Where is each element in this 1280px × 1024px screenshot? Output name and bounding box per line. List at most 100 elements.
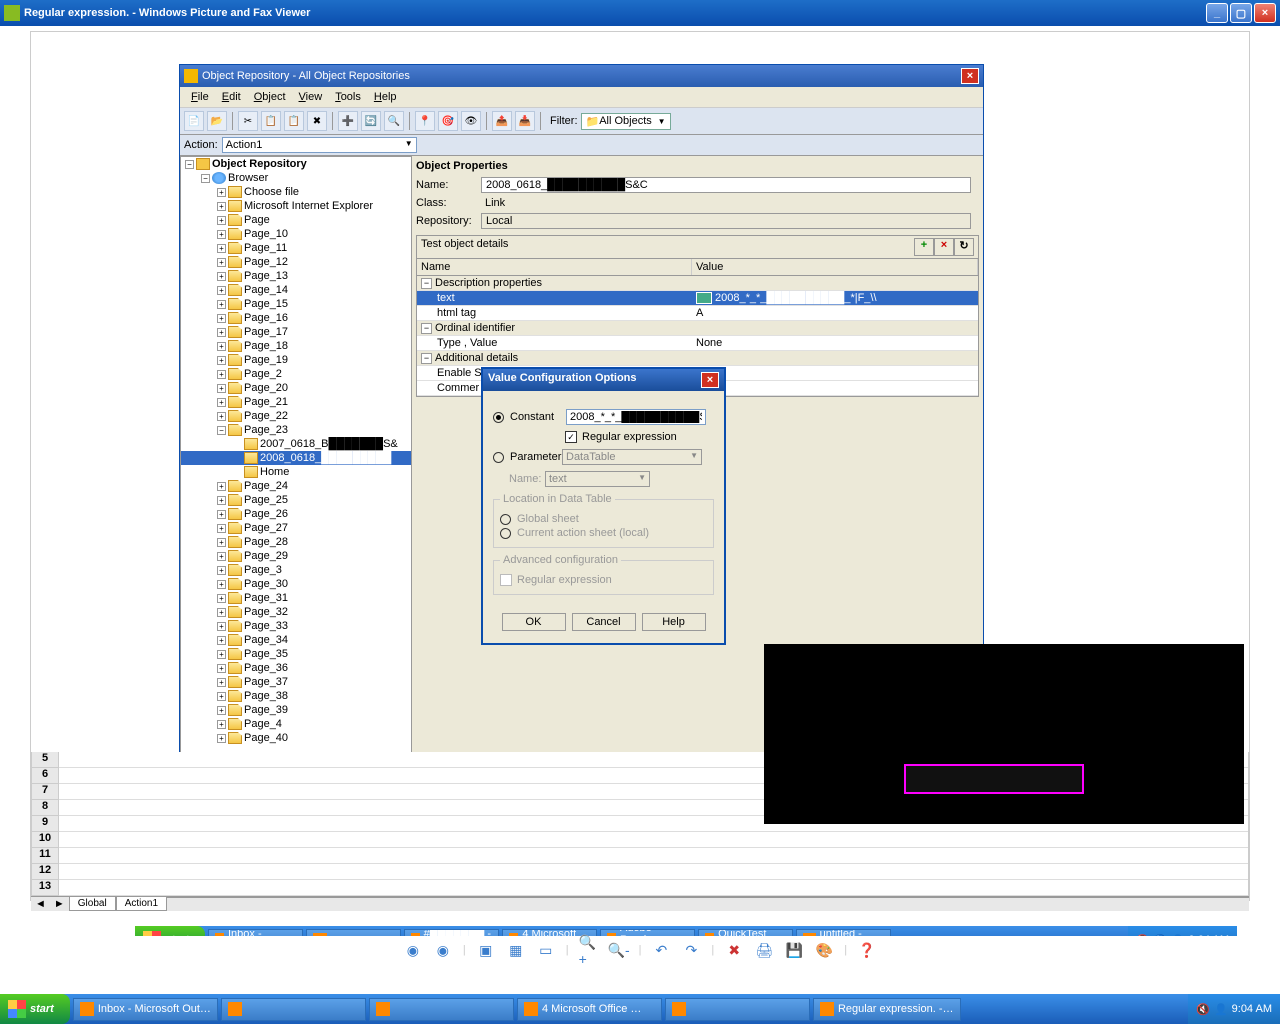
tb-add-icon[interactable]: ➕ — [338, 111, 358, 131]
constant-input[interactable] — [566, 409, 706, 425]
tree-item[interactable]: +Page_4 — [181, 717, 411, 731]
grid-row-type[interactable]: Type , ValueNone — [417, 336, 978, 351]
tree-item[interactable]: +Page_25 — [181, 493, 411, 507]
tree-item[interactable]: +Page_20 — [181, 381, 411, 395]
tb-spy-icon[interactable]: 👁 — [461, 111, 481, 131]
delete-button[interactable]: ✖ — [724, 940, 744, 960]
help-button[interactable]: Help — [642, 613, 706, 631]
print-button[interactable]: 🖨 — [754, 940, 774, 960]
menu-view[interactable]: View — [294, 89, 328, 105]
menu-object[interactable]: Object — [249, 89, 291, 105]
save-button[interactable]: 💾 — [784, 940, 804, 960]
tree-item[interactable]: +Page_30 — [181, 577, 411, 591]
fit-button[interactable]: ▣ — [476, 940, 496, 960]
tb-copy-icon[interactable]: 📋 — [261, 111, 281, 131]
zoom-out-button[interactable]: 🔍- — [609, 940, 629, 960]
tree-item[interactable]: +Page_27 — [181, 521, 411, 535]
tree-item[interactable]: +Page_38 — [181, 689, 411, 703]
menu-file[interactable]: File — [186, 89, 214, 105]
start-button[interactable]: start — [0, 994, 70, 1024]
tray-icon[interactable]: 🔇 — [1196, 1003, 1210, 1016]
row-header[interactable]: 6 — [31, 768, 59, 784]
tree-item[interactable]: −Page_23 — [181, 423, 411, 437]
row-header[interactable]: 9 — [31, 816, 59, 832]
tree-root[interactable]: −Object Repository — [181, 157, 411, 171]
taskbar-button[interactable]: Inbox - Microsoft Out… — [73, 998, 218, 1021]
taskbar-button[interactable] — [665, 998, 810, 1021]
grid-row-text[interactable]: text2008_*_*_██████████_*|F_\\ — [417, 291, 978, 306]
tree-item[interactable]: +Page_17 — [181, 325, 411, 339]
tree-item[interactable]: +Page_22 — [181, 409, 411, 423]
row-header[interactable]: 13 — [31, 880, 59, 896]
tb-highlight-icon[interactable]: 📍 — [415, 111, 435, 131]
name-field[interactable]: 2008_0618_██████████S&C — [481, 177, 971, 193]
tree-item[interactable]: +Page_11 — [181, 241, 411, 255]
row-header[interactable]: 5 — [31, 752, 59, 768]
actual-size-button[interactable]: ▦ — [506, 940, 526, 960]
tb-import-icon[interactable]: 📥 — [515, 111, 535, 131]
tree-item[interactable]: +Choose file — [181, 185, 411, 199]
tb-open-icon[interactable]: 📂 — [207, 111, 227, 131]
repo-close-button[interactable]: × — [961, 68, 979, 84]
tree-item[interactable]: +Page_10 — [181, 227, 411, 241]
grid-section-additional[interactable]: −Additional details — [417, 351, 978, 366]
tree-item[interactable]: +Page_28 — [181, 535, 411, 549]
tree-item[interactable]: +Page_12 — [181, 255, 411, 269]
filter-dropdown[interactable]: 📁 All Objects ▼ — [581, 113, 671, 130]
tree-item[interactable]: +Page_19 — [181, 353, 411, 367]
edit-button[interactable]: 🎨 — [814, 940, 834, 960]
rotate-ccw-button[interactable]: ↶ — [651, 940, 671, 960]
tree-item[interactable]: Home — [181, 465, 411, 479]
tree-item[interactable]: +Page_32 — [181, 605, 411, 619]
taskbar-button[interactable] — [221, 998, 366, 1021]
regex-checkbox[interactable]: ✓ — [565, 431, 577, 443]
zoom-in-button[interactable]: 🔍+ — [579, 940, 599, 960]
slideshow-button[interactable]: ▭ — [536, 940, 556, 960]
grid-row-htmltag[interactable]: html tagA — [417, 306, 978, 321]
tb-export-icon[interactable]: 📤 — [492, 111, 512, 131]
tree-item[interactable]: +Page_33 — [181, 619, 411, 633]
cancel-button[interactable]: Cancel — [572, 613, 636, 631]
taskbar-button[interactable]: 4 Microsoft Office … — [517, 998, 662, 1021]
tree-item[interactable]: +Page_15 — [181, 297, 411, 311]
prev-image-button[interactable]: ◉ — [403, 940, 423, 960]
rotate-cw-button[interactable]: ↷ — [681, 940, 701, 960]
tree-item[interactable]: +Page_40 — [181, 731, 411, 745]
menu-help[interactable]: Help — [369, 89, 402, 105]
tray-icon[interactable]: 👤 — [1214, 1003, 1228, 1016]
ok-button[interactable]: OK — [502, 613, 566, 631]
tb-paste-icon[interactable]: 📋 — [284, 111, 304, 131]
action-dropdown[interactable]: Action1 ▼ — [222, 137, 417, 153]
next-image-button[interactable]: ◉ — [433, 940, 453, 960]
tree-item[interactable]: +Page_2 — [181, 367, 411, 381]
maximize-button[interactable]: ▢ — [1230, 3, 1252, 23]
tree-item[interactable]: +Page_29 — [181, 549, 411, 563]
tb-cut-icon[interactable]: ✂ — [238, 111, 258, 131]
tree-item[interactable]: +Page_18 — [181, 339, 411, 353]
taskbar-button[interactable] — [369, 998, 514, 1021]
tree-item[interactable]: +Page_39 — [181, 703, 411, 717]
tree-item[interactable]: +Page_16 — [181, 311, 411, 325]
minimize-button[interactable]: _ — [1206, 3, 1228, 23]
menu-edit[interactable]: Edit — [217, 89, 246, 105]
row-header[interactable]: 10 — [31, 832, 59, 848]
tb-update-icon[interactable]: 🔄 — [361, 111, 381, 131]
tree-item[interactable]: +Page_13 — [181, 269, 411, 283]
refresh-property-button[interactable]: ↻ — [954, 238, 974, 256]
tree-item[interactable]: +Page_24 — [181, 479, 411, 493]
delete-property-button[interactable]: × — [934, 238, 954, 256]
tb-new-icon[interactable]: 📄 — [184, 111, 204, 131]
close-button[interactable]: × — [1254, 3, 1276, 23]
tree-item[interactable]: +Page — [181, 213, 411, 227]
row-header[interactable]: 12 — [31, 864, 59, 880]
row-header[interactable]: 8 — [31, 800, 59, 816]
tree-item[interactable]: +Page_14 — [181, 283, 411, 297]
tree-item[interactable]: +Page_3 — [181, 563, 411, 577]
tree-item[interactable]: +Page_21 — [181, 395, 411, 409]
tree-browser[interactable]: −Browser — [181, 171, 411, 185]
dialog-close-button[interactable]: × — [701, 372, 719, 388]
tree-item[interactable]: +Page_37 — [181, 675, 411, 689]
grid-section-desc[interactable]: −Description properties — [417, 276, 978, 291]
row-header[interactable]: 11 — [31, 848, 59, 864]
tree-item[interactable]: +Microsoft Internet Explorer — [181, 199, 411, 213]
